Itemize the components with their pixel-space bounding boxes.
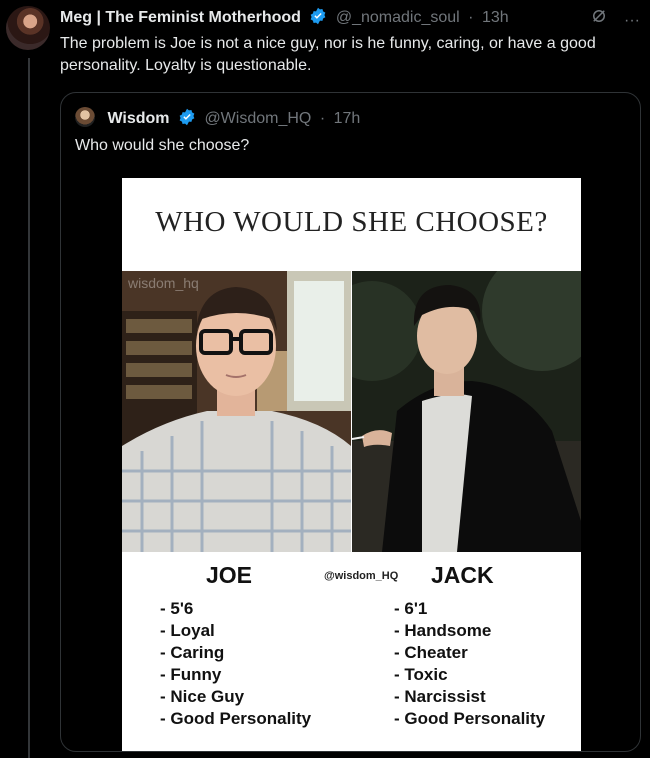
trait-item: - Good Personality [394,709,546,728]
quoted-author-name: Wisdom [107,110,170,127]
jack-photo [352,271,581,552]
trait-item: - Funny [160,665,222,684]
dot-separator: · [468,9,474,26]
grok-icon[interactable] [590,10,612,29]
trait-item: - Narcissist [394,687,486,706]
jack-traits: - 6'1 - Handsome - Cheater - Toxic - Nar… [394,598,545,730]
trait-item: - 5'6 [160,599,194,618]
verified-icon [179,108,195,126]
trait-item: - Cheater [394,643,468,662]
meme-watermark: @wisdom_HQ [324,570,399,582]
dot-separator: · [319,110,326,127]
photos: wisdom_hq [122,271,581,552]
author-avatar[interactable] [6,6,50,50]
trait-item: - Handsome [394,621,492,640]
trait-item: - Nice Guy [160,687,245,706]
joe-photo: wisdom_hq [122,271,351,552]
tweet-header: Meg | The Feminist Motherhood @_nomadic_… [60,7,640,29]
photo-watermark: wisdom_hq [128,275,199,291]
quoted-handle: @Wisdom_HQ [204,110,312,127]
tweet-text: The problem is Joe is not a nice guy, no… [60,35,596,74]
meme-image[interactable]: WHO WOULD SHE CHOOSE? wisdom_hq JOE @wis… [122,178,581,751]
trait-item: - Good Personality [160,709,312,728]
quoted-avatar [75,107,95,127]
verified-icon [311,7,326,25]
joe-traits: - 5'6 - Loyal - Caring - Funny - Nice Gu… [160,598,311,730]
thread-line [28,58,30,758]
more-icon[interactable]: ··· [624,12,640,29]
names-row: JOE @wisdom_HQ JACK [122,562,581,592]
trait-item: - Caring [160,643,225,662]
trait-item: - Loyal [160,621,215,640]
quoted-tweet[interactable]: Wisdom @Wisdom_HQ · 17h Who would she ch… [60,92,641,752]
author-handle[interactable]: @_nomadic_soul [336,9,460,26]
joe-label: JOE [206,562,253,588]
header-icons: ··· [578,7,640,30]
jack-label: JACK [431,562,494,588]
quoted-time: 17h [333,110,361,127]
trait-item: - 6'1 [394,599,428,618]
trait-item: - Toxic [394,665,448,684]
meme-title: WHO WOULD SHE CHOOSE? [155,206,548,238]
tweet-time[interactable]: 13h [482,9,509,26]
author-name[interactable]: Meg | The Feminist Motherhood [60,9,301,26]
quoted-text: Who would she choose? [75,137,250,154]
quoted-header: Wisdom @Wisdom_HQ · 17h [75,107,360,129]
